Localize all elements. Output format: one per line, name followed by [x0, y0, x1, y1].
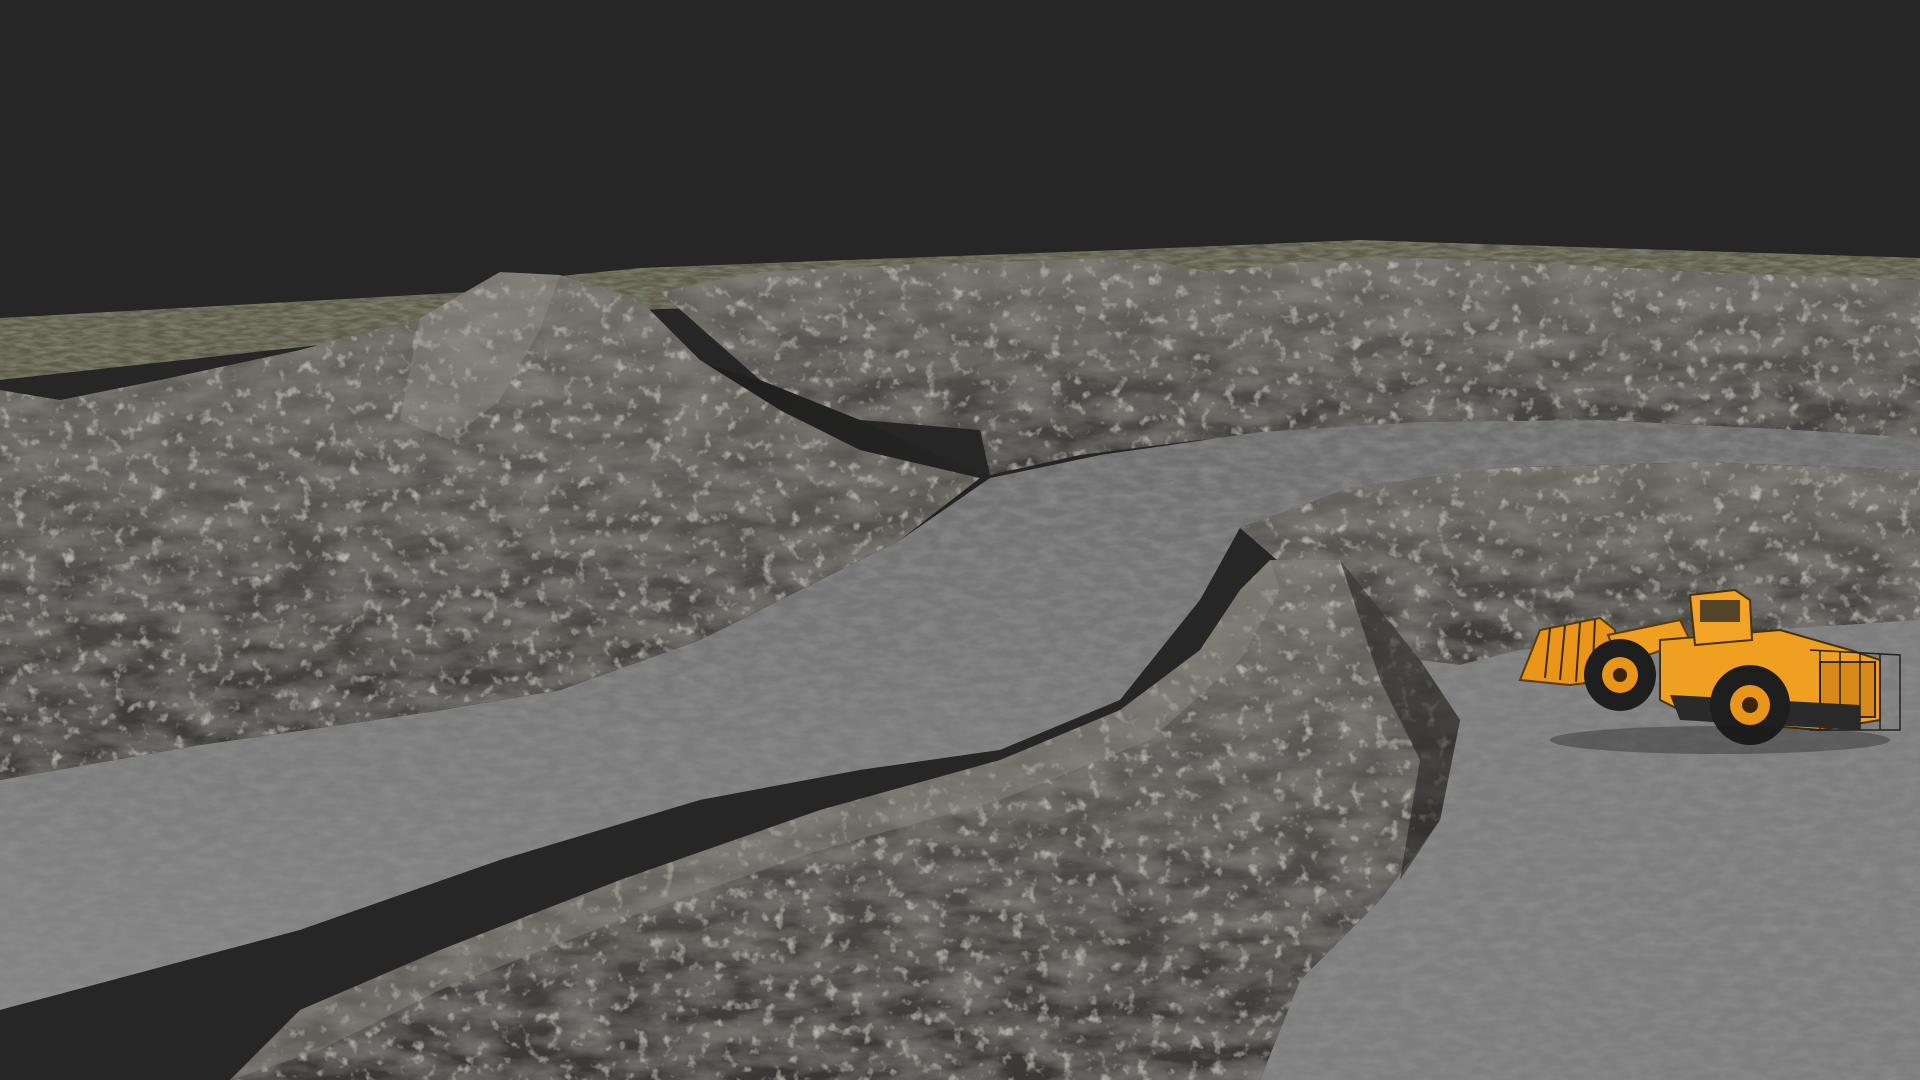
3d-viewport[interactable]	[0, 0, 1920, 1080]
mine-terrain-scene	[0, 0, 1920, 1080]
cab-window	[1700, 600, 1740, 622]
